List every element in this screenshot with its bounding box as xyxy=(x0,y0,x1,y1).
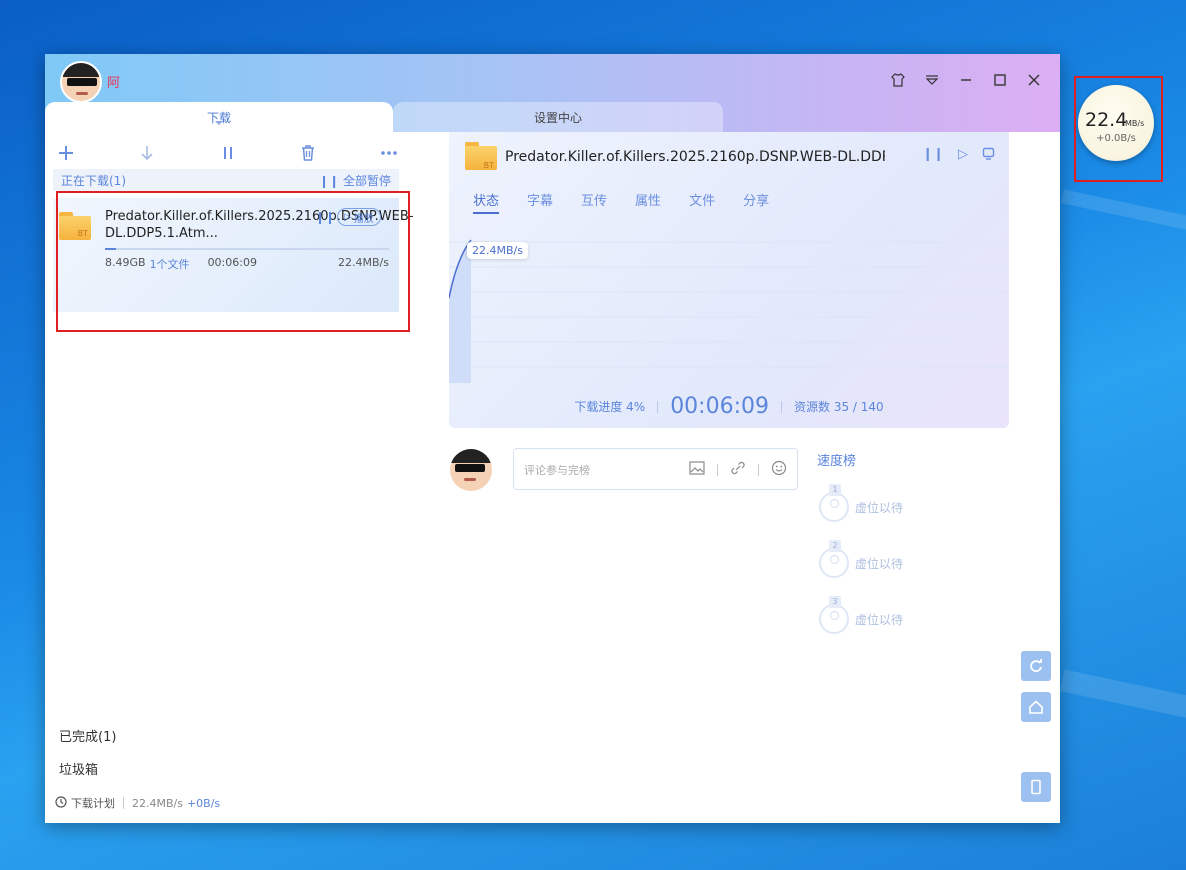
detail-subtabs: 状态 字幕 互传 属性 文件 分享 xyxy=(473,190,769,214)
status-footer: 下载计划 22.4MB/s +0B/s xyxy=(55,795,220,811)
trash-icon[interactable] xyxy=(297,142,319,164)
subtab-status[interactable]: 状态 xyxy=(473,190,500,214)
detail-stats: 下载进度 4% 00:06:09 资源数 35 / 140 xyxy=(449,394,1009,419)
skin-icon[interactable] xyxy=(886,68,910,92)
plus-icon[interactable] xyxy=(55,142,77,164)
pause-icon[interactable] xyxy=(217,142,239,164)
detail-bt-label: BT xyxy=(483,161,494,170)
detail-actions: ❙❙ ▷ xyxy=(922,147,995,164)
rank-avatar-icon: 1 xyxy=(819,484,849,522)
subtab-transfer[interactable]: 互传 xyxy=(581,190,607,214)
comment-tools xyxy=(689,460,787,480)
rank-label: 虚位以待 xyxy=(855,556,904,571)
download-schedule-link[interactable]: 下载计划 xyxy=(71,795,115,811)
rank-item-3: 3 虚位以待 xyxy=(819,596,904,634)
mobile-icon[interactable] xyxy=(1021,772,1051,802)
highlight-box-widget xyxy=(1074,76,1163,182)
clock-icon xyxy=(55,795,67,811)
subtab-share[interactable]: 分享 xyxy=(743,190,769,214)
progress-percent: 下载进度 4% xyxy=(574,400,646,414)
rank-badge: 2 xyxy=(829,540,841,552)
tab-download[interactable]: 下载 xyxy=(45,102,393,132)
trash-section[interactable]: 垃圾箱 xyxy=(59,759,98,778)
detail-bt-folder-icon: BT xyxy=(465,142,497,172)
arrow-down-icon[interactable] xyxy=(136,142,158,164)
footer-up-speed: +0B/s xyxy=(186,796,221,810)
title-bar: 阿 下载 设置中心 xyxy=(45,54,1060,132)
emoji-icon[interactable] xyxy=(771,460,787,480)
rank-badge: 1 xyxy=(829,484,841,496)
speed-chart-svg xyxy=(448,239,1009,383)
elapsed-time: 00:06:09 xyxy=(670,394,769,419)
rank-avatar-icon: 2 xyxy=(819,540,849,578)
footer-down-speed: 22.4MB/s xyxy=(132,796,183,810)
refresh-icon[interactable] xyxy=(1021,651,1051,681)
window-controls xyxy=(886,68,1046,92)
highlight-box-task xyxy=(56,191,410,332)
comment-input[interactable]: 评论参与完榜 xyxy=(513,448,798,490)
maximize-icon[interactable] xyxy=(988,68,1012,92)
task-detail-card: BT Predator.Killer.of.Killers.2025.2160p… xyxy=(448,132,1009,428)
rank-avatar-icon: 3 xyxy=(819,596,849,634)
menu-dropdown-icon[interactable] xyxy=(920,68,944,92)
detail-screen-icon[interactable] xyxy=(982,147,995,164)
completed-section[interactable]: 已完成(1) xyxy=(59,726,116,745)
tab-settings[interactable]: 设置中心 xyxy=(393,102,723,132)
subtab-files[interactable]: 文件 xyxy=(689,190,715,214)
speed-ranking-title: 速度榜 xyxy=(817,454,857,469)
link-icon[interactable] xyxy=(730,461,746,479)
comment-avatar xyxy=(450,449,492,491)
subtab-subtitles[interactable]: 字幕 xyxy=(527,190,553,214)
pause-all-icon: ❙❙ xyxy=(319,173,343,188)
rank-label: 虚位以待 xyxy=(855,612,904,627)
pause-all-label: 全部暂停 xyxy=(342,173,391,188)
rank-label: 虚位以待 xyxy=(855,500,904,515)
more-icon[interactable] xyxy=(378,142,400,164)
rank-item-1: 1 虚位以待 xyxy=(819,484,904,522)
detail-play-icon[interactable]: ▷ xyxy=(958,147,968,164)
home-icon[interactable] xyxy=(1021,692,1051,722)
user-avatar[interactable] xyxy=(60,61,102,103)
task-toolbar xyxy=(55,140,400,166)
minimize-icon[interactable] xyxy=(954,68,978,92)
main-window: 阿 下载 设置中心 正在下载(1) ❙❙ 全部暂停 BT Predator.Ki… xyxy=(45,54,1060,823)
downloading-count[interactable]: 正在下载(1) xyxy=(61,172,126,189)
left-pane: 正在下载(1) ❙❙ 全部暂停 BT Predator.Killer.of.Ki… xyxy=(45,132,415,823)
resource-count: 资源数 35 / 140 xyxy=(794,400,884,414)
comment-placeholder: 评论参与完榜 xyxy=(524,464,590,477)
downloading-section-header: 正在下载(1) ❙❙ 全部暂停 xyxy=(53,169,399,191)
close-icon[interactable] xyxy=(1022,68,1046,92)
rank-item-2: 2 虚位以待 xyxy=(819,540,904,578)
detail-title: Predator.Killer.of.Killers.2025.2160p.DS… xyxy=(505,149,885,165)
pause-all-button[interactable]: ❙❙ 全部暂停 xyxy=(319,172,391,189)
speed-chart: 22.4MB/s xyxy=(448,228,1009,388)
image-icon[interactable] xyxy=(689,461,705,479)
username[interactable]: 阿 xyxy=(107,72,120,91)
chart-gridlines xyxy=(449,241,1009,368)
detail-pause-icon[interactable]: ❙❙ xyxy=(922,147,944,164)
subtab-properties[interactable]: 属性 xyxy=(635,190,661,214)
speed-tag: 22.4MB/s xyxy=(467,242,528,259)
rank-badge: 3 xyxy=(829,596,841,608)
